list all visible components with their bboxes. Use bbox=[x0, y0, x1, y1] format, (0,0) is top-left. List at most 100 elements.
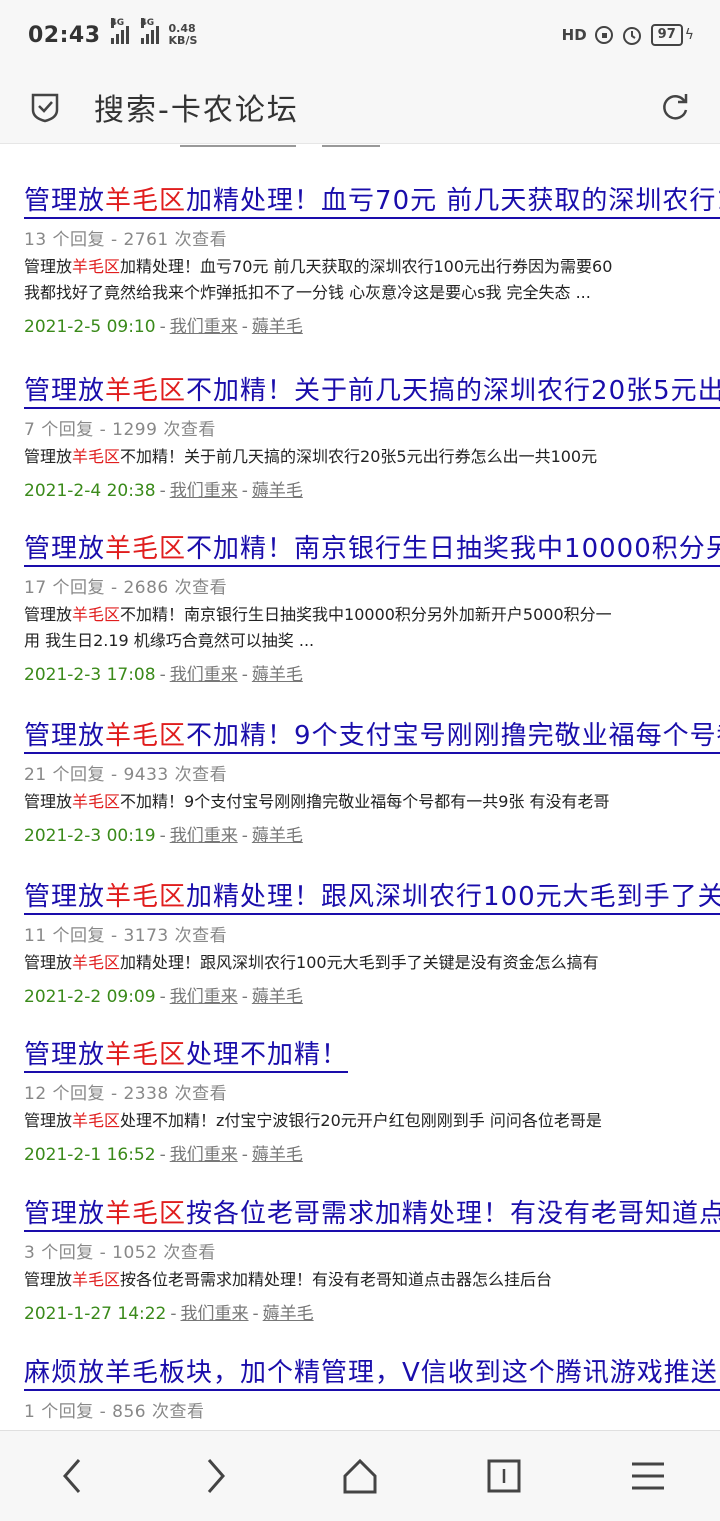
alarm-icon bbox=[622, 27, 641, 45]
result-title-link[interactable]: 管理放羊毛区不加精！9个支付宝号刚刚撸完敬业福每个号都 bbox=[24, 720, 720, 754]
result-meta: 17 个回复 - 2686 次查看 bbox=[24, 578, 228, 598]
separator: - bbox=[241, 481, 248, 501]
result-snippet-line2: 用 我生日2.19 机缘巧合竟然可以抽奖 ... bbox=[24, 631, 315, 650]
result-title-link[interactable]: 管理放羊毛区不加精！关于前几天搞的深圳农行20张5元出行 bbox=[24, 375, 720, 409]
result-item: 管理放羊毛区不加精！南京银行生日抽奖我中10000积分另外 17 个回复 - 26… bbox=[24, 533, 720, 685]
refresh-icon[interactable] bbox=[658, 90, 692, 124]
author-link[interactable]: 我们重来 bbox=[181, 1304, 249, 1324]
tabs-icon bbox=[487, 1459, 521, 1493]
search-results: 管理放羊毛区加精处理！血亏70元 前几天获取的深圳农行100 13 个回复 - 2… bbox=[0, 145, 720, 1430]
result-meta: 1 个回复 - 856 次查看 bbox=[24, 1402, 205, 1422]
separator: - bbox=[159, 317, 166, 337]
shield-icon[interactable] bbox=[28, 90, 62, 124]
snippet-highlight: 羊毛区 bbox=[72, 1111, 121, 1130]
result-footer: 2021-1-27 14:22- 我们重来 - 薅羊毛 bbox=[24, 1299, 720, 1324]
status-bar: 02:43 4G 4G 0.48 KB/S HD 97 ϟ bbox=[0, 0, 720, 70]
menu-button[interactable] bbox=[618, 1446, 678, 1506]
snippet-prefix: 管理放 bbox=[24, 1270, 73, 1289]
title-highlight: 羊毛区 bbox=[105, 1040, 187, 1070]
separator: - bbox=[241, 665, 248, 685]
status-time: 02:43 bbox=[28, 22, 101, 48]
forum-link[interactable]: 薅羊毛 bbox=[252, 317, 303, 337]
result-snippet: 管理放羊毛区不加精！南京银行生日抽奖我中10000积分另外加新开户5000积分一 bbox=[24, 602, 720, 628]
snippet-prefix: 管理放 bbox=[24, 257, 73, 276]
snippet-rest: 不加精！关于前几天搞的深圳农行20张5元出行券怎么出一共100元 bbox=[120, 447, 598, 466]
result-item: 管理放羊毛区加精处理！血亏70元 前几天获取的深圳农行100 13 个回复 - 2… bbox=[24, 185, 720, 337]
snippet-prefix: 管理放 bbox=[24, 1111, 73, 1130]
result-snippet: 管理放羊毛区加精处理！血亏70元 前几天获取的深圳农行100元出行券因为需要60 bbox=[24, 254, 720, 280]
result-meta: 7 个回复 - 1299 次查看 bbox=[24, 420, 216, 440]
result-snippet: 管理放羊毛区加精处理！跟风深圳农行100元大毛到手了关键是没有资金怎么搞有 bbox=[24, 950, 720, 976]
browser-nav-bar bbox=[0, 1430, 720, 1521]
author-link[interactable]: 我们重来 bbox=[170, 826, 238, 846]
snippet-highlight: 羊毛区 bbox=[72, 605, 121, 624]
home-button[interactable] bbox=[330, 1446, 390, 1506]
author-link[interactable]: 我们重来 bbox=[170, 1145, 238, 1165]
post-date: 2021-2-4 20:38 bbox=[24, 481, 156, 501]
result-footer: 2021-2-2 09:09- 我们重来 - 薅羊毛 bbox=[24, 982, 720, 1007]
result-item: 管理放羊毛区不加精！9个支付宝号刚刚撸完敬业福每个号都 21 个回复 - 9433… bbox=[24, 720, 720, 846]
forum-link[interactable]: 薅羊毛 bbox=[263, 1304, 314, 1324]
result-item: 管理放羊毛区按各位老哥需求加精处理！有没有老哥知道点击 3 个回复 - 1052 … bbox=[24, 1198, 720, 1324]
hd-voice-icon: HD bbox=[561, 26, 587, 44]
result-title-link[interactable]: 管理放羊毛区不加精！南京银行生日抽奖我中10000积分另外 bbox=[24, 533, 720, 567]
snippet-prefix: 管理放 bbox=[24, 792, 73, 811]
forward-button[interactable] bbox=[186, 1446, 246, 1506]
separator: - bbox=[241, 317, 248, 337]
snippet-rest: 处理不加精！z付宝宁波银行20元开户红包刚刚到手 问问各位老哥是 bbox=[120, 1111, 602, 1130]
forum-link[interactable]: 薅羊毛 bbox=[252, 481, 303, 501]
separator: - bbox=[170, 1304, 177, 1324]
separator: - bbox=[159, 481, 166, 501]
battery-level: 97 bbox=[650, 24, 683, 46]
scrolled-link-fragment bbox=[322, 145, 380, 147]
result-meta: 3 个回复 - 1052 次查看 bbox=[24, 1243, 216, 1263]
result-meta: 12 个回复 - 2338 次查看 bbox=[24, 1084, 228, 1104]
title-rest: 不加精！南京银行生日抽奖我中10000积分另外 bbox=[186, 534, 720, 564]
title-prefix: 管理放 bbox=[24, 721, 106, 751]
chevron-right-icon bbox=[207, 1459, 225, 1493]
post-date: 2021-2-2 09:09 bbox=[24, 987, 156, 1007]
title-highlight: 羊毛区 bbox=[105, 186, 187, 216]
separator: - bbox=[159, 987, 166, 1007]
title-highlight: 羊毛区 bbox=[105, 1199, 187, 1229]
forum-link[interactable]: 薅羊毛 bbox=[252, 665, 303, 685]
separator: - bbox=[159, 665, 166, 685]
result-meta: 11 个回复 - 3173 次查看 bbox=[24, 926, 228, 946]
snippet-prefix: 管理放 bbox=[24, 447, 73, 466]
title-rest: 按各位老哥需求加精处理！有没有老哥知道点击 bbox=[186, 1199, 720, 1229]
browser-title-bar: 搜索-卡农论坛 bbox=[0, 70, 720, 144]
forum-link[interactable]: 薅羊毛 bbox=[252, 826, 303, 846]
author-link[interactable]: 我们重来 bbox=[170, 317, 238, 337]
home-icon bbox=[343, 1458, 377, 1494]
result-title-link[interactable]: 管理放羊毛区按各位老哥需求加精处理！有没有老哥知道点击 bbox=[24, 1198, 720, 1232]
title-prefix: 管理放 bbox=[24, 1199, 106, 1229]
back-button[interactable] bbox=[42, 1446, 102, 1506]
snippet-rest: 加精处理！跟风深圳农行100元大毛到手了关键是没有资金怎么搞有 bbox=[120, 953, 599, 972]
snippet-rest: 不加精！南京银行生日抽奖我中10000积分另外加新开户5000积分一 bbox=[120, 605, 612, 624]
result-title-link[interactable]: 管理放羊毛区加精处理！血亏70元 前几天获取的深圳农行100 bbox=[24, 185, 720, 219]
signal-icon: 4G bbox=[110, 18, 129, 44]
title-prefix: 麻烦放羊毛板块，加个精管理，V信收到这个腾讯游戏推送的 bbox=[24, 1358, 720, 1388]
scrolled-link-fragment bbox=[180, 145, 296, 147]
chevron-left-icon bbox=[63, 1459, 81, 1493]
result-title-link[interactable]: 管理放羊毛区处理不加精！ bbox=[24, 1039, 349, 1073]
author-link[interactable]: 我们重来 bbox=[170, 665, 238, 685]
result-title-link[interactable]: 管理放羊毛区加精处理！跟风深圳农行100元大毛到手了关键 bbox=[24, 881, 720, 915]
result-meta: 21 个回复 - 9433 次查看 bbox=[24, 765, 228, 785]
forum-link[interactable]: 薅羊毛 bbox=[252, 987, 303, 1007]
tabs-button[interactable] bbox=[474, 1446, 534, 1506]
author-link[interactable]: 我们重来 bbox=[170, 987, 238, 1007]
result-footer: 2021-2-4 20:38- 我们重来 - 薅羊毛 bbox=[24, 476, 720, 501]
post-date: 2021-2-3 00:19 bbox=[24, 826, 156, 846]
separator: - bbox=[241, 987, 248, 1007]
snippet-prefix: 管理放 bbox=[24, 605, 73, 624]
snippet-prefix: 管理放 bbox=[24, 953, 73, 972]
result-meta: 13 个回复 - 2761 次查看 bbox=[24, 230, 228, 250]
result-item: 管理放羊毛区处理不加精！ 12 个回复 - 2338 次查看 管理放羊毛区处理不加精… bbox=[24, 1039, 720, 1165]
author-link[interactable]: 我们重来 bbox=[170, 481, 238, 501]
forum-link[interactable]: 薅羊毛 bbox=[252, 1145, 303, 1165]
result-title-link[interactable]: 麻烦放羊毛板块，加个精管理，V信收到这个腾讯游戏推送的 bbox=[24, 1357, 720, 1391]
post-date: 2021-2-1 16:52 bbox=[24, 1145, 156, 1165]
result-footer: 2021-2-1 16:52- 我们重来 - 薅羊毛 bbox=[24, 1140, 720, 1165]
result-footer: 2021-2-3 00:19- 我们重来 - 薅羊毛 bbox=[24, 821, 720, 846]
